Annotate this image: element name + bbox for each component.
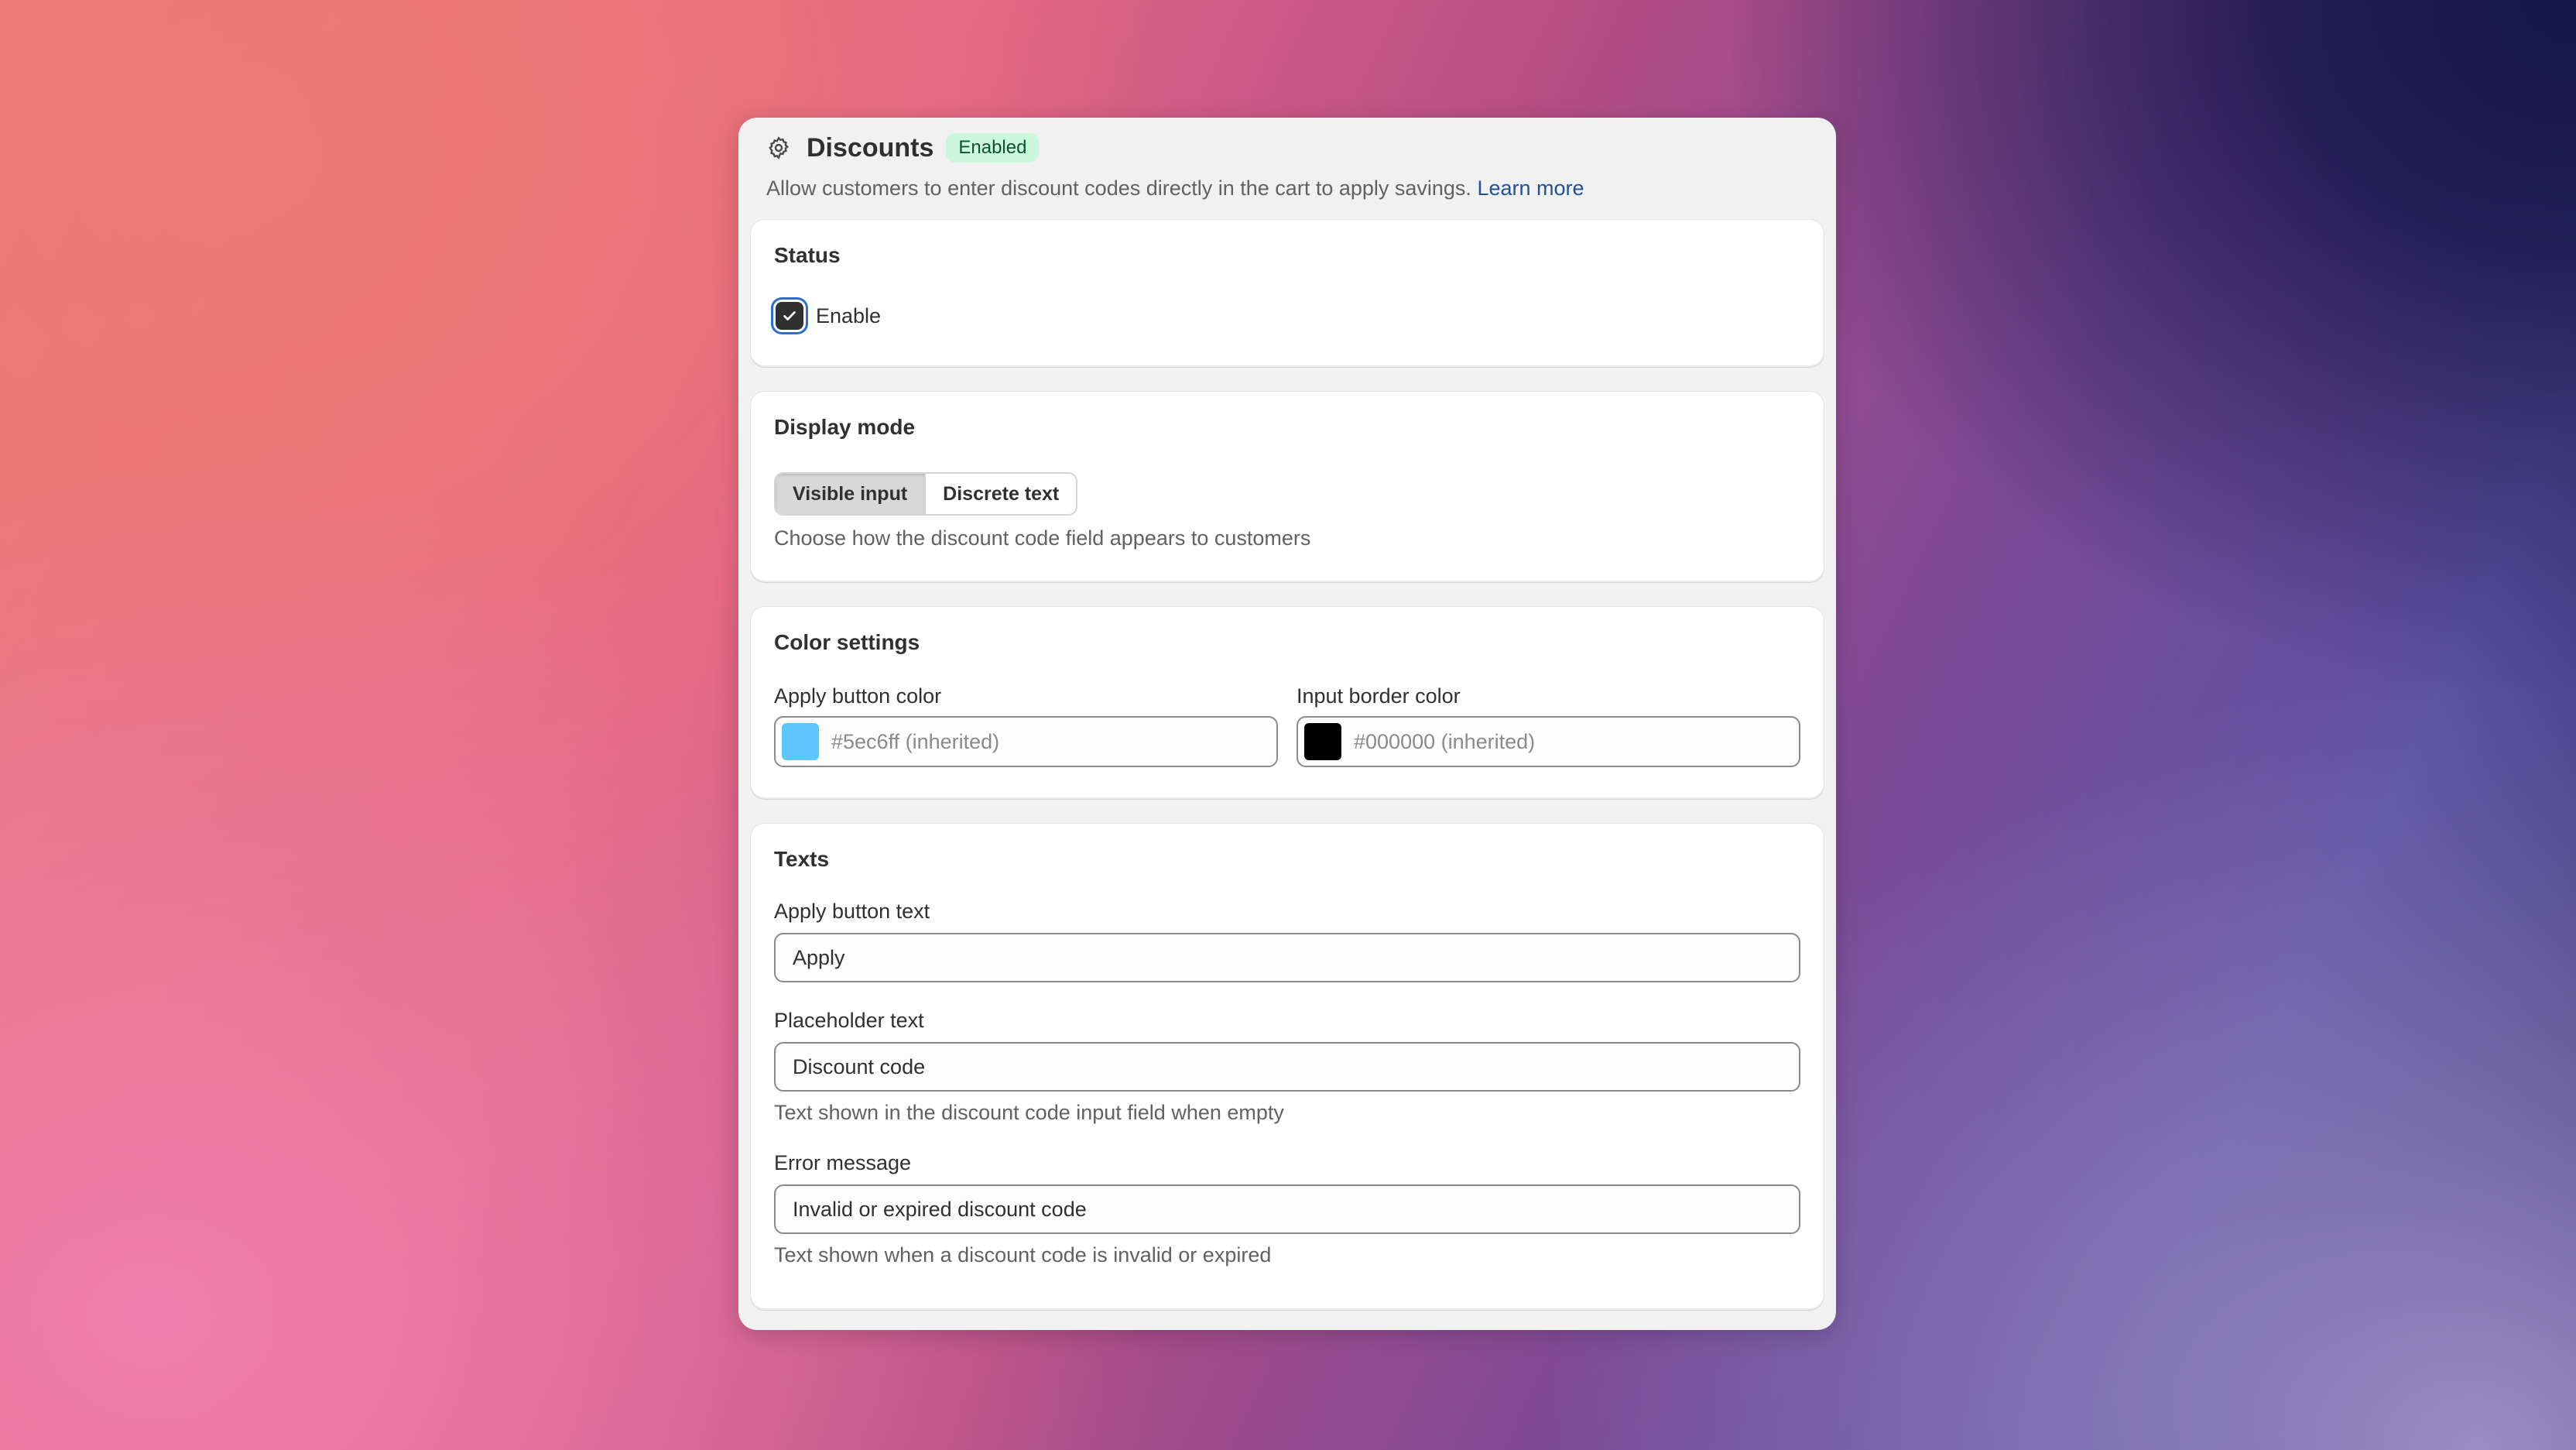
discounts-panel: Discounts Enabled Allow customers to ent…	[738, 118, 1836, 1330]
display-mode-help: Choose how the discount code field appea…	[774, 526, 1311, 550]
placeholder-text-input[interactable]	[774, 1042, 1800, 1092]
display-mode-toggle: Visible input Discrete text	[774, 472, 1078, 516]
placeholder-text-field: Placeholder text Text shown in the disco…	[774, 1009, 1800, 1125]
enable-checkbox[interactable]	[776, 302, 803, 330]
error-message-label: Error message	[774, 1151, 912, 1174]
apply-button-color-swatch[interactable]	[782, 723, 819, 760]
checkmark-icon	[783, 311, 796, 321]
error-message-input[interactable]	[774, 1184, 1800, 1234]
color-settings-card: Color settings Apply button color #5ec6f…	[751, 607, 1824, 799]
display-mode-heading: Display mode	[774, 415, 916, 439]
texts-card: Texts Apply button text Placeholder text…	[751, 824, 1824, 1310]
apply-button-color-field: Apply button color #5ec6ff (inherited)	[774, 684, 1278, 767]
apply-button-color-label: Apply button color	[774, 684, 942, 708]
display-mode-card: Display mode Visible input Discrete text…	[751, 392, 1824, 582]
status-card: Status Enable	[751, 220, 1824, 367]
input-border-color-input[interactable]: #000000 (inherited)	[1297, 716, 1800, 767]
title-row: Discounts Enabled	[766, 129, 1808, 167]
input-border-color-value: #000000 (inherited)	[1354, 729, 1536, 753]
apply-button-text-input[interactable]	[774, 933, 1800, 982]
learn-more-link[interactable]: Learn more	[1477, 177, 1584, 200]
error-message-field: Error message Text shown when a discount…	[774, 1151, 1800, 1267]
description-text: Allow customers to enter discount codes …	[766, 177, 1471, 200]
enable-label: Enable	[816, 303, 882, 327]
input-border-color-label: Input border color	[1297, 684, 1461, 708]
page-title: Discounts	[807, 132, 934, 163]
panel-header: Discounts Enabled Allow customers to ent…	[751, 118, 1824, 220]
color-fields: Apply button color #5ec6ff (inherited) I…	[774, 684, 1800, 767]
color-settings-heading: Color settings	[774, 630, 920, 654]
status-heading: Status	[774, 243, 841, 267]
enable-checkbox-row[interactable]: Enable	[774, 302, 1800, 330]
discrete-text-option[interactable]: Discrete text	[924, 474, 1077, 514]
status-badge: Enabled	[946, 133, 1040, 163]
visible-input-option[interactable]: Visible input	[776, 474, 925, 514]
apply-button-text-label: Apply button text	[774, 900, 930, 923]
apply-button-color-input[interactable]: #5ec6ff (inherited)	[774, 716, 1278, 767]
error-message-help: Text shown when a discount code is inval…	[774, 1243, 1272, 1267]
page-description: Allow customers to enter discount codes …	[766, 177, 1808, 201]
input-border-color-swatch[interactable]	[1304, 723, 1341, 760]
texts-heading: Texts	[774, 847, 830, 871]
apply-button-text-field: Apply button text	[774, 900, 1800, 982]
placeholder-text-label: Placeholder text	[774, 1009, 924, 1032]
apply-button-color-value: #5ec6ff (inherited)	[831, 729, 1000, 753]
placeholder-text-help: Text shown in the discount code input fi…	[774, 1101, 1284, 1124]
input-border-color-field: Input border color #000000 (inherited)	[1297, 684, 1800, 767]
gear-icon	[766, 135, 791, 160]
